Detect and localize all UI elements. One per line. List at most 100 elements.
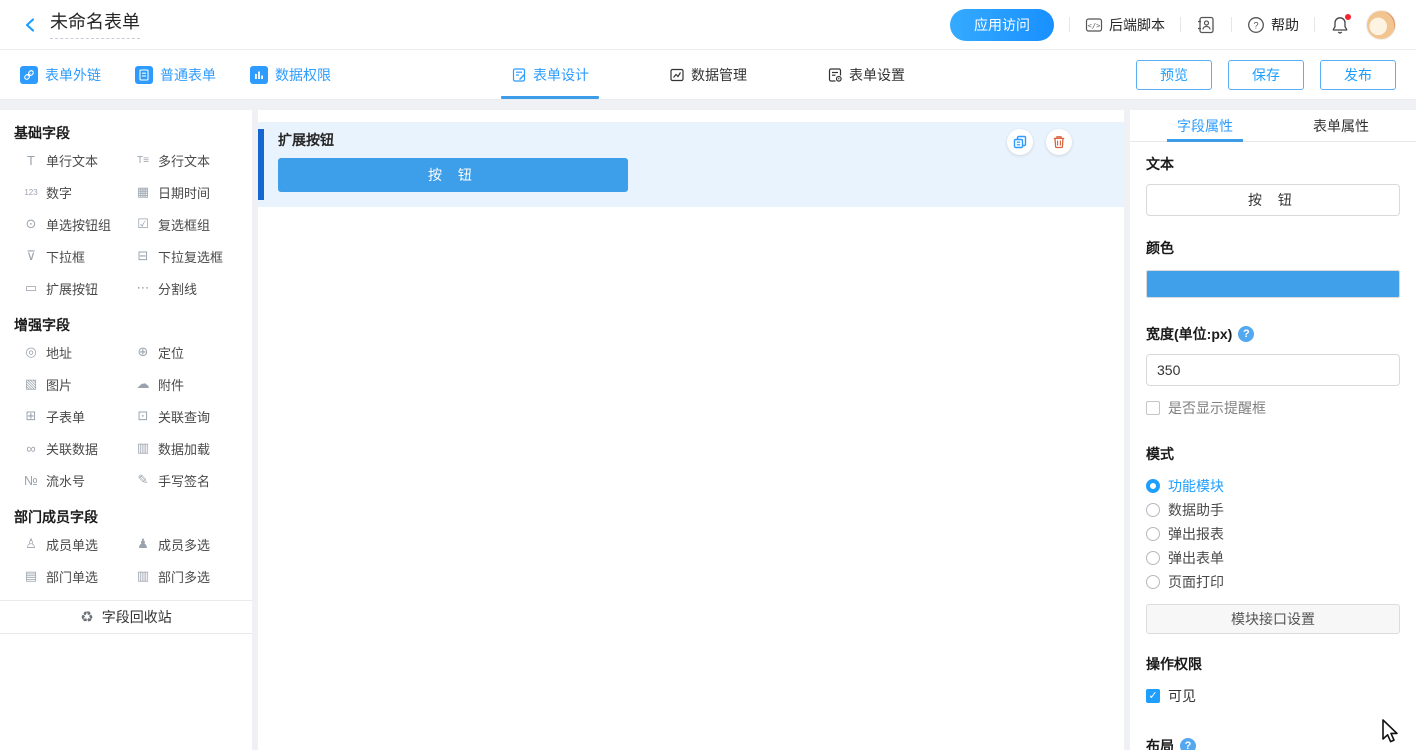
- tab-form-design[interactable]: 表单设计: [501, 50, 599, 99]
- radio-group-icon: ⊙: [22, 216, 40, 232]
- selected-field-block[interactable]: 扩展按钮 按 钮: [258, 122, 1124, 207]
- backend-script-button[interactable]: </> 后端脚本: [1085, 15, 1165, 35]
- radio-icon[interactable]: [1146, 503, 1160, 517]
- data-permission-button[interactable]: 数据权限: [250, 65, 331, 85]
- mode-radio-option[interactable]: 弹出表单: [1146, 546, 1400, 570]
- field-library-item[interactable]: ▥数据加载: [126, 432, 238, 464]
- color-swatch[interactable]: [1146, 270, 1400, 298]
- field-grid: ◎地址⊕定位▧图片☁附件⊞子表单 ⊡ 关联查询 ∞关联数据▥数据加载№流水号✎手写签名: [14, 336, 238, 496]
- preview-button[interactable]: 预览: [1136, 60, 1212, 90]
- layout-help-icon[interactable]: ?: [1180, 738, 1196, 750]
- mode-option-label: 弹出报表: [1168, 524, 1224, 544]
- save-button[interactable]: 保存: [1228, 60, 1304, 90]
- field-library-item[interactable]: ◎地址: [14, 336, 126, 368]
- publish-button[interactable]: 发布: [1320, 60, 1396, 90]
- field-library-item[interactable]: T≡多行文本: [126, 144, 238, 176]
- visible-checkbox-row[interactable]: 可见: [1146, 686, 1400, 706]
- delete-field-icon[interactable]: [1046, 129, 1072, 155]
- header-right-cluster: 应用访问 </> 后端脚本 ? 帮助: [950, 9, 1396, 41]
- app-header: 未命名表单 应用访问 </> 后端脚本 ? 帮助: [0, 0, 1416, 50]
- radio-icon[interactable]: [1146, 527, 1160, 541]
- field-library-item[interactable]: ⊡ 关联查询: [126, 400, 238, 432]
- field-library-item[interactable]: ⊞子表单: [14, 400, 126, 432]
- tab-form-properties[interactable]: 表单属性: [1303, 110, 1379, 141]
- reminder-checkbox-row[interactable]: 是否显示提醒框: [1146, 398, 1400, 418]
- extend-button-preview[interactable]: 按 钮: [278, 158, 628, 192]
- contacts-icon[interactable]: [1196, 15, 1216, 35]
- field-library-item[interactable]: ☑复选框组: [126, 208, 238, 240]
- field-library-item[interactable]: ⊙单选按钮组: [14, 208, 126, 240]
- user-avatar[interactable]: [1366, 10, 1396, 40]
- field-library-item[interactable]: 123 数字: [14, 176, 126, 208]
- module-api-settings-button[interactable]: 模块接口设置: [1146, 604, 1400, 634]
- radio-icon[interactable]: [1146, 551, 1160, 565]
- notification-bell-icon[interactable]: [1330, 15, 1350, 35]
- app-access-button[interactable]: 应用访问: [950, 9, 1054, 41]
- subform-icon: ⊞: [22, 408, 40, 424]
- field-library-item[interactable]: ▧图片: [14, 368, 126, 400]
- field-recycle-bin-button[interactable]: ♻ 字段回收站: [0, 601, 252, 634]
- field-library-item[interactable]: ⊟下拉复选框: [126, 240, 238, 272]
- text-section-label: 文本: [1146, 154, 1400, 174]
- layout-section-label: 布局 ?: [1146, 736, 1400, 750]
- bar-chart-icon: [250, 66, 268, 84]
- field-library-item[interactable]: ⊕定位: [126, 336, 238, 368]
- mode-radio-option[interactable]: 页面打印: [1146, 570, 1400, 594]
- form-title[interactable]: 未命名表单: [50, 11, 140, 39]
- related-data-icon: ∞: [22, 441, 40, 456]
- field-library-item[interactable]: ⋯分割线: [126, 272, 238, 304]
- checkbox-group-icon: ☑: [134, 216, 152, 232]
- related-query-icon: ⊡: [134, 408, 152, 424]
- field-library-item[interactable]: ▦日期时间: [126, 176, 238, 208]
- field-item-label: 数字: [46, 183, 72, 202]
- field-library-item[interactable]: T单行文本: [14, 144, 126, 176]
- form-settings-icon: [827, 67, 843, 83]
- document-icon: [135, 66, 153, 84]
- mode-radio-option[interactable]: 弹出报表: [1146, 522, 1400, 546]
- number-icon: 123: [22, 188, 40, 197]
- radio-icon[interactable]: [1146, 479, 1160, 493]
- divider: [1180, 17, 1181, 32]
- reminder-checkbox[interactable]: [1146, 401, 1160, 415]
- field-library-item[interactable]: ▭扩展按钮: [14, 272, 126, 304]
- help-button[interactable]: ? 帮助: [1247, 15, 1299, 35]
- field-library-item[interactable]: ♙成员单选: [14, 528, 126, 560]
- tab-data-management[interactable]: 数据管理: [659, 50, 757, 99]
- radio-icon[interactable]: [1146, 575, 1160, 589]
- field-library-item[interactable]: №流水号: [14, 464, 126, 496]
- width-help-icon[interactable]: ?: [1238, 326, 1254, 342]
- tab-form-design-label: 表单设计: [533, 65, 589, 85]
- form-canvas[interactable]: 扩展按钮 按 钮: [258, 110, 1124, 750]
- button-text-input[interactable]: [1146, 184, 1400, 216]
- width-input[interactable]: [1146, 354, 1400, 386]
- normal-form-button[interactable]: 普通表单: [135, 65, 216, 85]
- tab-field-properties[interactable]: 字段属性: [1167, 110, 1243, 141]
- field-library-item[interactable]: ☁附件: [126, 368, 238, 400]
- tab-form-settings[interactable]: 表单设置: [817, 50, 915, 99]
- field-item-label: 部门多选: [158, 567, 210, 586]
- dept-multi-icon: ▥: [134, 568, 152, 584]
- image-icon: ▧: [22, 376, 40, 392]
- field-item-label: 地址: [46, 343, 72, 362]
- field-library-item[interactable]: ∞关联数据: [14, 432, 126, 464]
- copy-field-icon[interactable]: [1007, 129, 1033, 155]
- field-library-item[interactable]: ♟成员多选: [126, 528, 238, 560]
- field-item-label: 手写签名: [158, 471, 210, 490]
- field-library-item[interactable]: ▥ 部门多选: [126, 560, 238, 592]
- mode-radio-option[interactable]: 功能模块: [1146, 474, 1400, 498]
- visible-checkbox[interactable]: [1146, 689, 1160, 703]
- back-icon[interactable]: [20, 14, 42, 36]
- field-library-item[interactable]: ✎手写签名: [126, 464, 238, 496]
- field-item-label: 日期时间: [158, 183, 210, 202]
- field-library-item[interactable]: ▤部门单选: [14, 560, 126, 592]
- field-grid: ♙成员单选♟成员多选▤部门单选 ▥ 部门多选: [14, 528, 238, 592]
- mode-option-label: 数据助手: [1168, 500, 1224, 520]
- mode-radio-option[interactable]: 数据助手: [1146, 498, 1400, 522]
- field-item-label: 关联查询: [158, 407, 210, 426]
- field-library-item[interactable]: ⊽下拉框: [14, 240, 126, 272]
- divider-icon: ⋯: [134, 280, 152, 296]
- serial-number-icon: №: [22, 473, 40, 488]
- data-management-icon: [669, 67, 685, 83]
- form-external-link-button[interactable]: 表单外链: [20, 65, 101, 85]
- link-icon: [20, 66, 38, 84]
